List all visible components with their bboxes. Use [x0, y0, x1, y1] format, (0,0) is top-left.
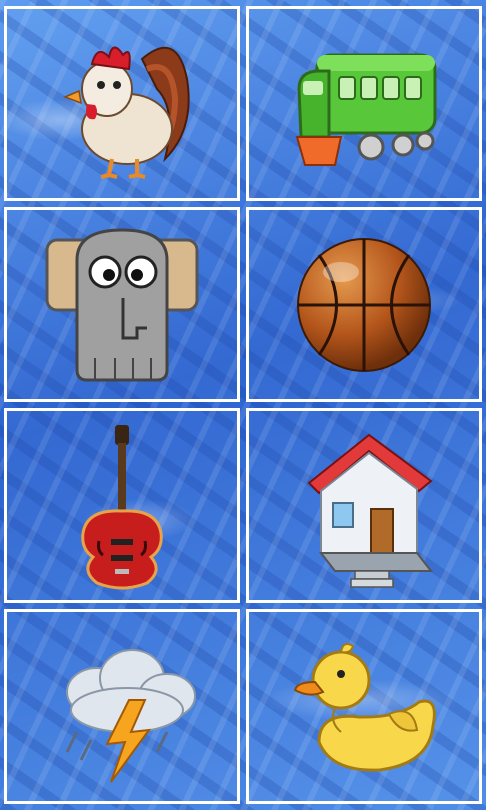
elephant-icon [45, 227, 199, 381]
game-board [0, 0, 486, 810]
guitar-icon [81, 424, 163, 589]
storm-cloud-icon [65, 648, 196, 783]
basketball-icon [297, 237, 431, 372]
house-icon [307, 433, 434, 588]
card-storm-cloud[interactable] [4, 609, 240, 804]
rooster-icon [62, 46, 190, 179]
card-house[interactable] [246, 408, 482, 603]
card-rooster[interactable] [4, 6, 240, 201]
card-train[interactable] [246, 6, 482, 201]
card-basketball[interactable] [246, 207, 482, 402]
card-duck[interactable] [246, 609, 482, 804]
card-guitar[interactable] [4, 408, 240, 603]
duck-icon [293, 642, 436, 772]
card-grid [4, 6, 482, 804]
train-icon [295, 53, 437, 166]
card-elephant[interactable] [4, 207, 240, 402]
